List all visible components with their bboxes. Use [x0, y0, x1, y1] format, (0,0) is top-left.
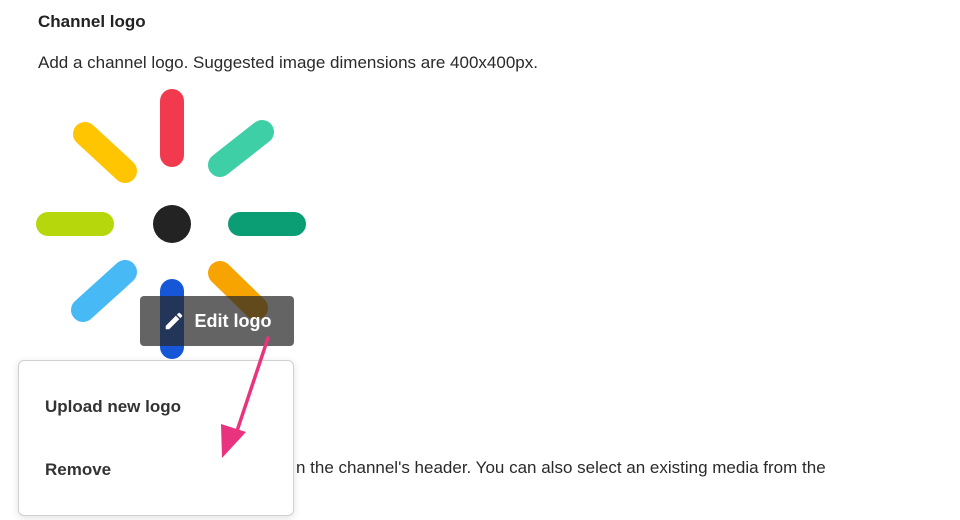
- logo-ray-top-right: [208, 120, 274, 177]
- edit-logo-button[interactable]: Edit logo: [140, 296, 294, 346]
- logo-ray-bottom-left: [71, 260, 137, 322]
- logo-ray-top-left: [73, 122, 137, 183]
- channel-logo-settings: Channel logo Add a channel logo. Suggest…: [0, 0, 960, 520]
- upload-new-logo-item[interactable]: Upload new logo: [45, 397, 181, 417]
- section-title: Channel logo: [38, 12, 146, 31]
- remove-logo-item[interactable]: Remove: [45, 460, 111, 480]
- section-description: Add a channel logo. Suggested image dime…: [38, 53, 538, 72]
- logo-center-dot: [153, 205, 191, 243]
- edit-logo-menu: Upload new logo Remove: [18, 360, 294, 516]
- pencil-icon: [163, 310, 185, 332]
- edit-logo-label: Edit logo: [194, 310, 272, 331]
